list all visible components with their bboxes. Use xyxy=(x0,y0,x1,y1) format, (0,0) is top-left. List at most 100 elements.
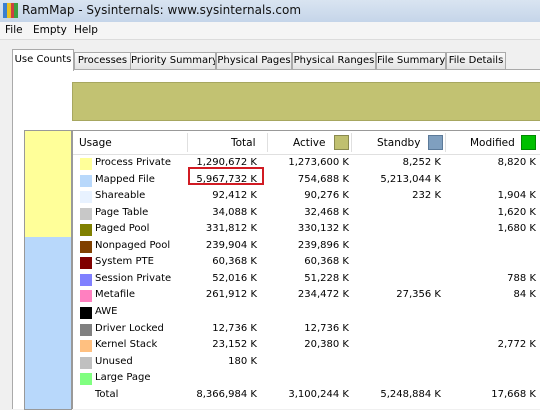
usage-label: Total xyxy=(95,388,119,400)
active-value: 90,276 K xyxy=(304,190,349,202)
table-row[interactable]: Total 8,366,984 K 3,100,244 K 5,248,884 K 17… xyxy=(73,388,540,404)
table-header: Usage Total Active Standby Modified xyxy=(73,131,540,155)
usage-label: Nonpaged Pool xyxy=(95,239,171,251)
usage-color-swatch xyxy=(80,174,92,187)
mapped-file-total-highlight xyxy=(188,167,264,185)
usage-color-swatch xyxy=(80,224,92,237)
total-value: 52,016 K xyxy=(212,272,257,284)
column-separator xyxy=(351,133,352,152)
usage-color-swatch xyxy=(80,356,92,369)
modified-value: 788 K xyxy=(507,272,536,284)
table-row[interactable]: AWE xyxy=(73,305,540,321)
usage-label: Kernel Stack xyxy=(95,339,158,351)
rammap-icon xyxy=(3,3,18,18)
total-value: 12,736 K xyxy=(212,322,257,334)
table-row[interactable]: Metafile 261,912 K 234,472 K 27,356 K 84 K xyxy=(73,288,540,304)
usage-color-swatch xyxy=(80,191,92,204)
usage-label: System PTE xyxy=(95,256,154,268)
tab-file-summary[interactable]: File Summary xyxy=(376,52,446,69)
standby-value: 27,356 K xyxy=(396,289,441,301)
tab-physical-pages[interactable]: Physical Pages xyxy=(216,52,292,69)
standby-value: 5,213,044 K xyxy=(380,173,441,185)
active-value: 3,100,244 K xyxy=(288,388,349,400)
tab-processes[interactable]: Processes xyxy=(74,52,131,69)
table-row[interactable]: Large Page xyxy=(73,371,540,387)
standby-legend-swatch xyxy=(428,135,443,150)
mapped-file-segment xyxy=(25,237,71,409)
column-separator xyxy=(267,133,268,152)
header-usage[interactable]: Usage xyxy=(79,137,112,149)
active-value: 60,368 K xyxy=(304,256,349,268)
modified-value: 1,680 K xyxy=(497,223,536,235)
usage-color-swatch xyxy=(80,373,92,386)
active-value: 234,472 K xyxy=(297,289,349,301)
usage-color-swatch xyxy=(80,323,92,336)
menu-help[interactable]: Help xyxy=(74,24,98,36)
tab-strip: Use Counts Processes Priority Summary Ph… xyxy=(0,39,540,71)
active-value: 330,132 K xyxy=(297,223,349,235)
usage-color-swatch xyxy=(80,257,92,270)
standby-value: 232 K xyxy=(412,190,441,202)
process-private-segment xyxy=(25,131,71,237)
column-separator xyxy=(187,133,188,152)
usage-color-swatch xyxy=(80,306,92,319)
header-standby[interactable]: Standby xyxy=(377,137,420,149)
menu-empty[interactable]: Empty xyxy=(33,24,67,36)
total-value: 261,912 K xyxy=(205,289,257,301)
usage-label: Metafile xyxy=(95,289,136,301)
header-modified[interactable]: Modified xyxy=(470,137,515,149)
table-row[interactable]: Nonpaged Pool 239,904 K 239,896 K xyxy=(73,239,540,255)
standby-value: 5,248,884 K xyxy=(380,388,441,400)
usage-color-swatch xyxy=(80,273,92,286)
header-active[interactable]: Active xyxy=(293,137,325,149)
table-row[interactable]: Shareable 92,412 K 90,276 K 232 K 1,904 K xyxy=(73,189,540,205)
usage-color-swatch xyxy=(80,158,92,170)
modified-value: 84 K xyxy=(513,289,536,301)
table-row[interactable]: Session Private 52,016 K 51,228 K 788 K xyxy=(73,272,540,288)
total-value: 92,412 K xyxy=(212,190,257,202)
table-row[interactable]: Process Private 1,290,672 K 1,273,600 K 8,2… xyxy=(73,156,540,172)
usage-color-swatch xyxy=(80,240,92,253)
usage-label: Mapped File xyxy=(95,173,155,185)
active-value: 20,380 K xyxy=(304,339,349,351)
total-value: 180 K xyxy=(228,355,257,367)
menu-file[interactable]: File xyxy=(5,24,23,36)
active-value: 754,688 K xyxy=(297,173,349,185)
usage-label: Unused xyxy=(95,355,133,367)
usage-label: Page Table xyxy=(95,206,149,218)
active-value: 32,468 K xyxy=(304,206,349,218)
column-separator xyxy=(445,133,446,152)
total-value: 239,904 K xyxy=(205,239,257,251)
usage-label: Session Private xyxy=(95,272,172,284)
usage-color-swatch xyxy=(80,207,92,220)
table-row[interactable]: Driver Locked 12,736 K 12,736 K xyxy=(73,322,540,338)
usage-label: Driver Locked xyxy=(95,322,164,334)
usage-label: Shareable xyxy=(95,190,146,202)
total-value: 34,088 K xyxy=(212,206,257,218)
tab-physical-ranges[interactable]: Physical Ranges xyxy=(292,52,376,69)
modified-value: 8,820 K xyxy=(497,157,536,168)
total-value: 8,366,984 K xyxy=(196,388,257,400)
modified-value: 2,772 K xyxy=(497,339,536,351)
usage-color-swatch xyxy=(80,290,92,303)
table-row[interactable]: Page Table 34,088 K 32,468 K 1,620 K xyxy=(73,206,540,222)
tab-priority-summary[interactable]: Priority Summary xyxy=(130,52,216,69)
table-row[interactable]: System PTE 60,368 K 60,368 K xyxy=(73,255,540,271)
tab-file-details[interactable]: File Details xyxy=(446,52,506,69)
modified-value: 17,668 K xyxy=(491,388,536,400)
table-row[interactable]: Mapped File 5,967,732 K 754,688 K 5,213,044… xyxy=(73,173,540,189)
active-legend-swatch xyxy=(334,135,349,150)
active-value: 1,273,600 K xyxy=(288,157,349,168)
header-total[interactable]: Total xyxy=(231,137,256,149)
active-value: 12,736 K xyxy=(304,322,349,334)
tab-use-counts[interactable]: Use Counts xyxy=(12,49,74,71)
menu-bar: File Empty Help xyxy=(0,22,540,40)
modified-value: 1,904 K xyxy=(497,190,536,202)
table-row[interactable]: Paged Pool 331,812 K 330,132 K 1,680 K xyxy=(73,222,540,238)
active-value: 239,896 K xyxy=(297,239,349,251)
title-bar: RamMap - Sysinternals: www.sysinternals.… xyxy=(0,0,540,22)
table-row[interactable]: Unused 180 K xyxy=(73,355,540,371)
table-row[interactable]: Kernel Stack 23,152 K 20,380 K 2,772 K xyxy=(73,338,540,354)
modified-legend-swatch xyxy=(521,135,536,150)
usage-color-bar xyxy=(24,130,72,410)
